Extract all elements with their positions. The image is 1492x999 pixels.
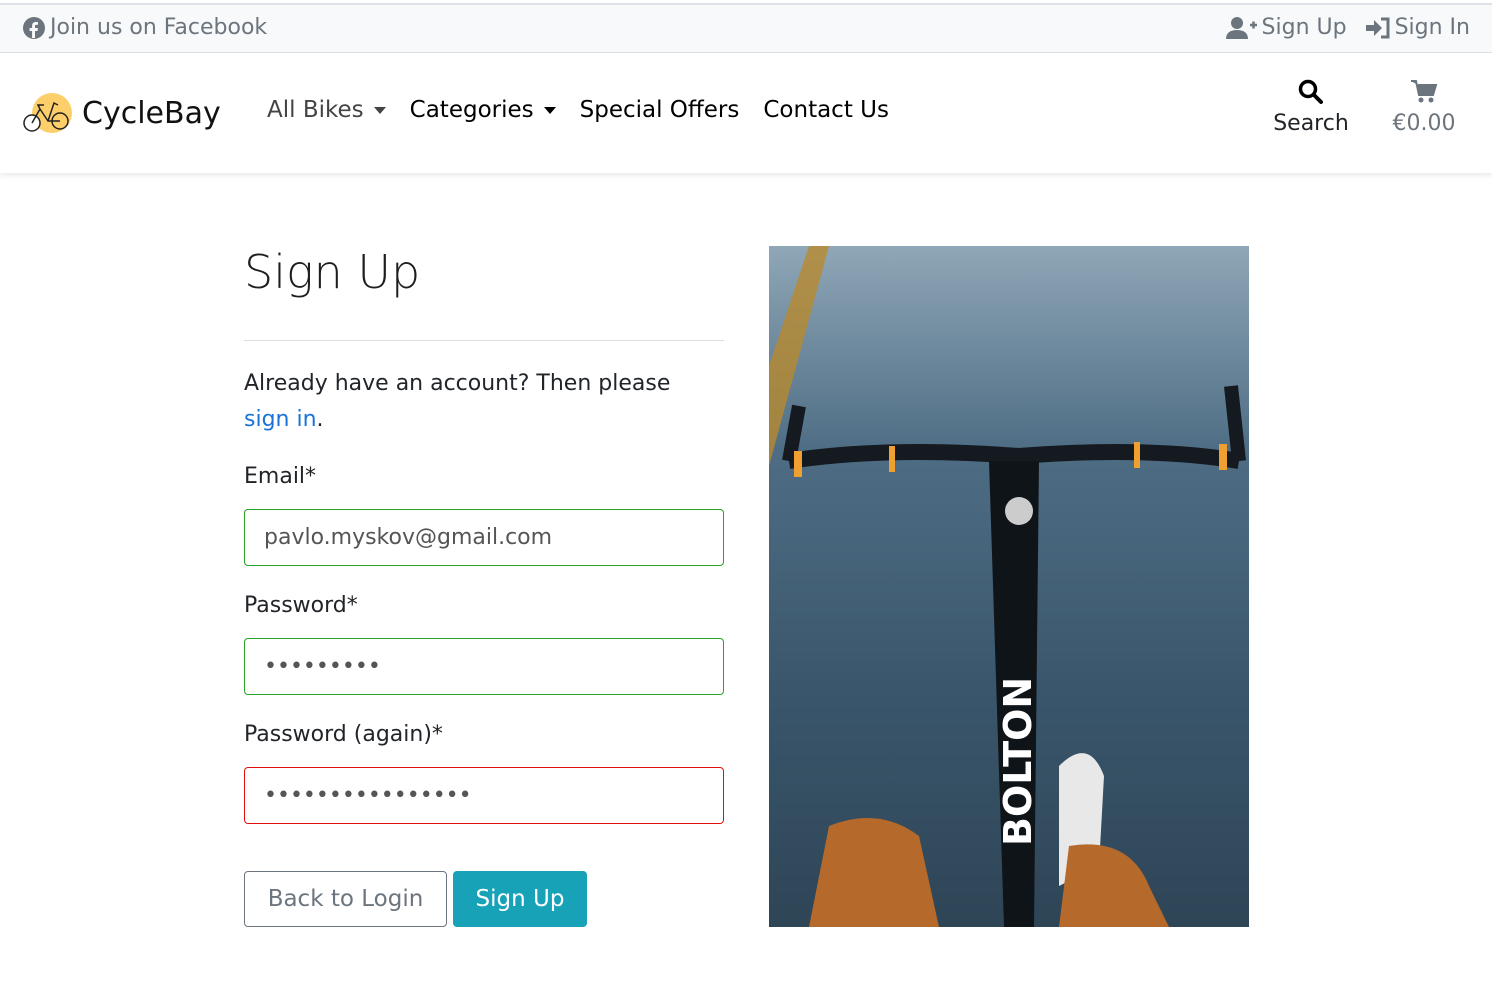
search-button[interactable]: Search	[1270, 79, 1352, 136]
nav-special-offers[interactable]: Special Offers	[580, 97, 740, 123]
password-label: Password*	[244, 593, 358, 618]
prompt-text: Already have an account? Then please	[244, 371, 671, 396]
search-label: Search	[1273, 111, 1349, 136]
divider	[244, 340, 724, 341]
top-bar: Join us on Facebook Sign Up Sign In	[0, 3, 1492, 53]
sign-up-button[interactable]: Sign Up	[453, 871, 587, 927]
sign-in-icon	[1365, 17, 1390, 38]
search-icon	[1298, 79, 1323, 104]
nav-all-bikes[interactable]: All Bikes	[267, 97, 386, 123]
prompt-end: .	[316, 407, 324, 432]
main-navbar: CycleBay All Bikes Categories Special Of…	[0, 53, 1492, 173]
signin-label: Sign In	[1394, 15, 1470, 40]
signin-prompt: Already have an account? Then please sig…	[244, 366, 724, 438]
nav-categories[interactable]: Categories	[410, 97, 556, 123]
email-field[interactable]	[244, 509, 724, 566]
nav-label: Contact Us	[763, 97, 889, 123]
signup-label: Sign Up	[1261, 15, 1347, 40]
facebook-label: Join us on Facebook	[50, 15, 268, 40]
cart-button[interactable]: €0.00	[1386, 79, 1462, 136]
bicycle-logo-icon	[23, 93, 72, 133]
brand-name: CycleBay	[82, 95, 221, 131]
cart-total: €0.00	[1392, 111, 1456, 136]
bike-illustration: BOLTON	[769, 246, 1246, 927]
bike-photo: BOLTON	[769, 246, 1249, 927]
password-again-field[interactable]	[244, 767, 724, 824]
bike-brand-text: BOLTON	[996, 677, 1040, 846]
facebook-link[interactable]: Join us on Facebook	[22, 15, 267, 40]
sign-in-link[interactable]: sign in	[244, 407, 317, 432]
caret-down-icon	[373, 106, 386, 114]
signup-link[interactable]: Sign Up	[1225, 15, 1347, 40]
caret-down-icon	[543, 106, 556, 114]
brand-logo[interactable]: CycleBay	[22, 91, 221, 135]
nav-label: Special Offers	[579, 97, 740, 123]
nav-contact-us[interactable]: Contact Us	[763, 97, 889, 123]
nav-label: All Bikes	[267, 97, 364, 123]
password-field[interactable]	[244, 638, 724, 695]
user-plus-icon	[1225, 16, 1257, 39]
email-label: Email*	[244, 464, 317, 489]
cart-icon	[1411, 80, 1438, 103]
back-to-login-button[interactable]: Back to Login	[244, 871, 447, 927]
nav-label: Categories	[409, 97, 534, 123]
password-again-label: Password (again)*	[244, 722, 443, 747]
facebook-icon	[23, 16, 45, 39]
page-title: Sign Up	[244, 245, 421, 299]
signin-link[interactable]: Sign In	[1365, 15, 1470, 40]
